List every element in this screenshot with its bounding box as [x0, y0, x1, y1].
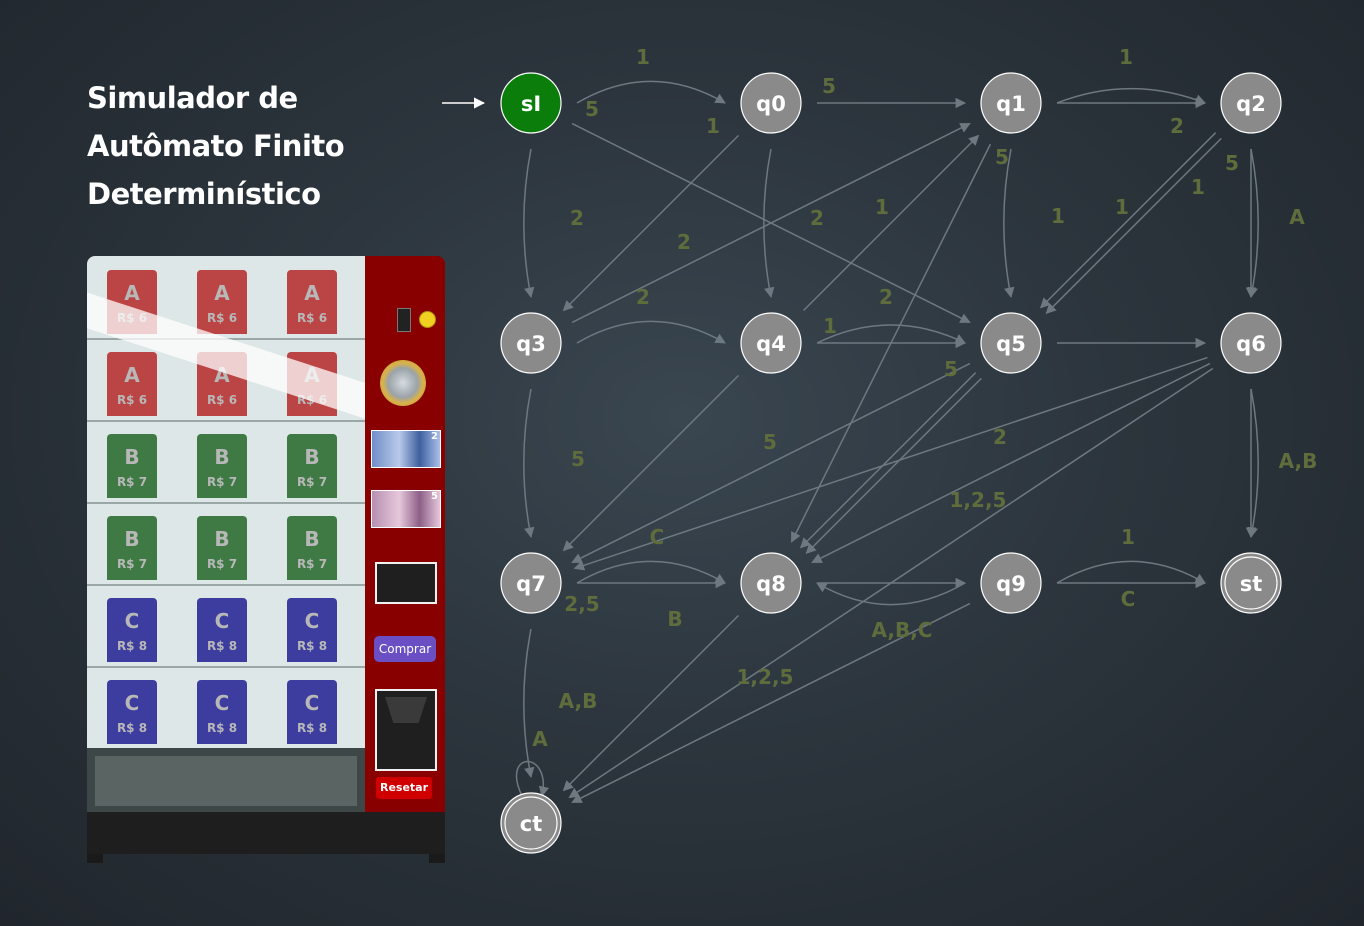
transition-edge [576, 80, 726, 104]
edge-label: 1,2,5 [737, 665, 794, 689]
edge-label: 1 [1191, 175, 1205, 199]
transition-edge [805, 377, 982, 555]
state-node-q0: q0 [740, 72, 802, 134]
edge-label: 2,5 [564, 592, 599, 616]
state-node-q2: q2 [1220, 72, 1282, 134]
transition-edge [1003, 148, 1015, 299]
edge-label: 5 [1225, 151, 1239, 175]
edge-label: 2 [993, 425, 1007, 449]
state-node-q9: q9 [980, 552, 1042, 614]
state-node-q7: q7 [500, 552, 562, 614]
edge-label: B [667, 607, 682, 631]
state-label: sI [521, 92, 541, 116]
state-label: q7 [516, 572, 546, 596]
transition-edge [573, 356, 1208, 571]
transition-edge [571, 362, 971, 564]
transition-edge [562, 134, 740, 312]
edge-label: C [1121, 587, 1136, 611]
state-label: q1 [996, 92, 1026, 116]
state-label: q9 [996, 572, 1026, 596]
edge-label: 5 [585, 97, 599, 121]
state-label: q8 [756, 572, 786, 596]
edge-label: 1 [1115, 195, 1129, 219]
state-label: q5 [996, 332, 1026, 356]
edge-label: 5 [995, 145, 1009, 169]
edge-label: 1 [875, 195, 889, 219]
edge-label: A,B [1279, 449, 1318, 473]
edge-label: 2 [879, 285, 893, 309]
state-label: q4 [756, 332, 786, 356]
edge-label: 5 [571, 447, 585, 471]
edge-label: 5 [763, 430, 777, 454]
state-node-q6: q6 [1220, 312, 1282, 374]
transition-edge [816, 324, 966, 344]
edge-label: A [532, 727, 548, 751]
edge-label: A [1289, 205, 1305, 229]
transition-edge [1247, 388, 1259, 539]
edge-label: 1 [1119, 45, 1133, 69]
state-label: q6 [1236, 332, 1266, 356]
edge-label: 2 [1170, 114, 1184, 138]
transition-edge [523, 628, 535, 779]
transition-edge-self-loop [515, 760, 550, 798]
transition-edge [799, 372, 977, 549]
transition-edge [816, 582, 966, 606]
edge-label: 2 [810, 206, 824, 230]
state-node-st: st [1220, 552, 1282, 614]
edge-label: 1 [636, 45, 650, 69]
state-node-q3: q3 [500, 312, 562, 374]
transition-edge [1056, 560, 1206, 584]
transition-edge [1056, 87, 1206, 105]
edge-label: A,B [559, 689, 598, 713]
state-label: q0 [756, 92, 786, 116]
state-node-q5: q5 [980, 312, 1042, 374]
transition-edge [576, 320, 726, 344]
edge-label: 1 [706, 114, 720, 138]
state-node-q4: q4 [740, 312, 802, 374]
edge-label: 1 [1051, 204, 1065, 228]
edge-label: 1 [823, 314, 837, 338]
edge-label: 5 [944, 357, 958, 381]
edge-label: 2 [570, 206, 584, 230]
state-node-q8: q8 [740, 552, 802, 614]
edge-label: C [650, 525, 665, 549]
automaton-diagram: 155212121521 115A221555 21,2,5A,BC2,51CB A,… [442, 45, 1318, 854]
state-label: st [1240, 572, 1263, 596]
state-node-q1: q1 [980, 72, 1042, 134]
edge-label: 2 [636, 285, 650, 309]
edge-label: 2 [677, 230, 691, 254]
edge-label: 5 [822, 74, 836, 98]
edge-label: 1,2,5 [950, 488, 1007, 512]
edge-label: A,B,C [872, 618, 933, 642]
transition-edge [523, 148, 535, 299]
transition-edge [523, 388, 535, 539]
transition-edge [1039, 132, 1217, 309]
transition-edge [1247, 148, 1259, 299]
transition-edge [1045, 137, 1222, 315]
transition-edge [576, 560, 726, 584]
state-label: ct [520, 812, 543, 836]
state-node-ct: ct [500, 792, 562, 854]
state-label: q2 [1236, 92, 1266, 116]
state-label: q3 [516, 332, 546, 356]
transition-edge [811, 362, 1211, 564]
edge-label: 1 [1121, 525, 1135, 549]
state-node-si: sI [500, 72, 562, 134]
